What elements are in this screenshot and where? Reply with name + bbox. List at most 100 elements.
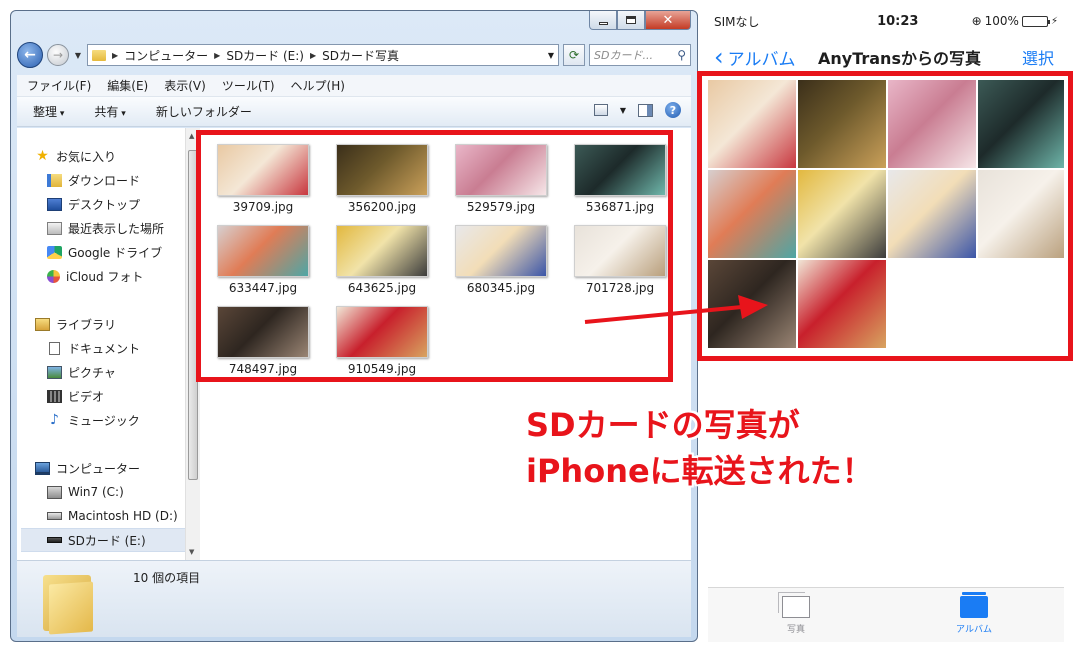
close-icon: ✕ bbox=[662, 12, 674, 28]
organize-button[interactable]: 整理 bbox=[33, 103, 64, 120]
menu-help[interactable]: ヘルプ(H) bbox=[291, 77, 345, 94]
nav-label: Google ドライブ bbox=[68, 245, 163, 260]
menu-bar: ファイル(F) 編集(E) 表示(V) ツール(T) ヘルプ(H) bbox=[17, 75, 691, 97]
nav-label: コンピューター bbox=[56, 461, 141, 476]
details-pane: 10 個の項目 bbox=[17, 560, 691, 637]
annotation-line-2: iPhoneに転送された！ bbox=[526, 452, 874, 490]
chevron-left-icon: ‹ bbox=[714, 43, 724, 71]
breadcrumb-sd-photos[interactable]: SDカード写真 bbox=[322, 47, 399, 64]
nav-label: Macintosh HD (D:) bbox=[68, 509, 178, 523]
nav-favorites[interactable]: ★ お気に入り bbox=[35, 144, 193, 168]
chevron-right-icon[interactable]: ▶ bbox=[310, 51, 316, 60]
refresh-button[interactable]: ⟳ bbox=[563, 44, 585, 66]
rotation-lock-icon: ⊕ bbox=[971, 14, 982, 28]
computer-icon bbox=[35, 461, 50, 475]
nav-music[interactable]: ♪ ミュージック bbox=[35, 408, 193, 432]
nav-icloud-photos[interactable]: iCloud フォト bbox=[35, 264, 193, 288]
address-bar[interactable]: ▶ コンピューター ▶ SDカード (E:) ▶ SDカード写真 ▼ bbox=[87, 44, 559, 66]
nav-computer[interactable]: コンピューター bbox=[35, 456, 193, 480]
scroll-up-icon[interactable]: ▲ bbox=[189, 132, 194, 140]
nav-drive-e[interactable]: SDカード (E:) bbox=[21, 528, 193, 552]
navigation-pane: ★ お気に入り ダウンロード デスクトップ 最近表示した場所 Google ドライ… bbox=[17, 128, 193, 560]
music-note-icon: ♪ bbox=[50, 411, 59, 428]
desktop-icon bbox=[47, 197, 62, 211]
search-placeholder: SDカード... bbox=[594, 49, 653, 62]
breadcrumb-computer[interactable]: コンピューター bbox=[124, 47, 208, 64]
nav-desktop[interactable]: デスクトップ bbox=[35, 192, 193, 216]
maximize-button[interactable] bbox=[617, 11, 645, 30]
battery-percent: 100% bbox=[984, 14, 1019, 28]
chevron-right-icon[interactable]: ▶ bbox=[214, 51, 220, 60]
window-controls: ✕ bbox=[589, 11, 691, 30]
libraries-icon bbox=[35, 317, 50, 331]
ios-nav-bar: ‹ アルバム AnyTransからの写真 選択 bbox=[708, 42, 1064, 72]
nav-label: iCloud フォト bbox=[66, 269, 144, 284]
nav-label: ドキュメント bbox=[68, 341, 141, 356]
select-button[interactable]: 選択 bbox=[1022, 45, 1054, 69]
minimize-button[interactable] bbox=[589, 11, 617, 30]
nav-google-drive[interactable]: Google ドライブ bbox=[35, 240, 193, 264]
icloud-photos-icon bbox=[47, 269, 60, 283]
chevron-right-icon[interactable]: ▶ bbox=[112, 51, 118, 60]
item-count: 10 個の項目 bbox=[133, 571, 201, 585]
menu-edit[interactable]: 編集(E) bbox=[107, 77, 148, 94]
nav-downloads[interactable]: ダウンロード bbox=[35, 168, 193, 192]
search-icon[interactable]: ⚲ bbox=[677, 48, 686, 62]
battery-icon bbox=[1021, 15, 1050, 27]
help-icon[interactable]: ? bbox=[665, 102, 681, 118]
nav-libraries[interactable]: ライブラリ bbox=[35, 312, 193, 336]
nav-documents[interactable]: ドキュメント bbox=[35, 336, 193, 360]
nav-label: ビデオ bbox=[68, 389, 105, 404]
preview-pane-icon[interactable] bbox=[638, 103, 653, 117]
annotation-text: SDカードの写真が iPhoneに転送された！ bbox=[526, 402, 874, 494]
arrow-left-icon: ← bbox=[24, 47, 36, 63]
search-input[interactable]: SDカード... ⚲ bbox=[589, 44, 691, 66]
new-folder-button[interactable]: 新しいフォルダー bbox=[156, 103, 252, 120]
nav-label: ダウンロード bbox=[68, 173, 141, 188]
tab-label: 写真 bbox=[786, 625, 805, 635]
view-dropdown-icon[interactable]: ▼ bbox=[620, 106, 626, 115]
menu-file[interactable]: ファイル(F) bbox=[27, 77, 91, 94]
back-to-albums-button[interactable]: ‹ アルバム bbox=[708, 45, 795, 70]
video-icon bbox=[47, 389, 62, 403]
change-view-icon[interactable] bbox=[593, 104, 608, 116]
nav-recent-places[interactable]: 最近表示した場所 bbox=[35, 216, 193, 240]
highlight-box-explorer bbox=[196, 130, 673, 382]
tab-photos[interactable]: 写真 bbox=[756, 592, 836, 635]
nav-label: ピクチャ bbox=[68, 365, 116, 380]
nav-videos[interactable]: ビデオ bbox=[35, 384, 193, 408]
recent-pages-dropdown[interactable]: ▼ bbox=[73, 51, 83, 60]
nav-label: SDカード (E:) bbox=[68, 533, 146, 548]
tab-label: アルバム bbox=[956, 625, 992, 635]
menu-view[interactable]: 表示(V) bbox=[164, 77, 206, 94]
tab-albums[interactable]: アルバム bbox=[934, 592, 1014, 635]
nav-drive-d[interactable]: Macintosh HD (D:) bbox=[35, 504, 193, 528]
annotation-line-1: SDカードの写真が bbox=[526, 406, 800, 444]
address-dropdown-icon[interactable]: ▼ bbox=[548, 51, 554, 60]
maximize-icon bbox=[626, 16, 636, 24]
nav-drive-c[interactable]: Win7 (C:) bbox=[35, 480, 193, 504]
highlight-box-iphone bbox=[697, 71, 1073, 361]
refresh-icon: ⟳ bbox=[568, 48, 580, 62]
nav-pictures[interactable]: ピクチャ bbox=[35, 360, 193, 384]
breadcrumb-sd-card[interactable]: SDカード (E:) bbox=[226, 47, 304, 64]
back-button[interactable]: ← bbox=[17, 42, 43, 68]
close-button[interactable]: ✕ bbox=[645, 11, 691, 30]
folder-icon bbox=[92, 49, 106, 61]
share-button[interactable]: 共有 bbox=[94, 103, 125, 120]
charging-icon: ⚡ bbox=[1050, 15, 1058, 27]
sd-card-icon bbox=[47, 537, 62, 543]
ios-status-bar: SIMなし 10:23 ⊕ 100% ⚡ bbox=[708, 10, 1064, 32]
menu-tools[interactable]: ツール(T) bbox=[222, 77, 275, 94]
carrier-label: SIMなし bbox=[714, 14, 760, 29]
forward-button[interactable]: → bbox=[47, 44, 69, 66]
screenshot: { "explorer": { "breadcrumb": ["コンピューター"… bbox=[0, 0, 1074, 652]
scroll-down-icon[interactable]: ▼ bbox=[189, 548, 194, 556]
google-drive-icon bbox=[47, 245, 62, 259]
albums-tab-icon bbox=[960, 592, 988, 618]
document-icon bbox=[49, 341, 60, 355]
hard-drive-icon bbox=[47, 512, 62, 520]
downloads-icon bbox=[47, 173, 62, 187]
large-folder-icon bbox=[43, 569, 95, 635]
nav-favorites-label: お気に入り bbox=[56, 149, 117, 164]
